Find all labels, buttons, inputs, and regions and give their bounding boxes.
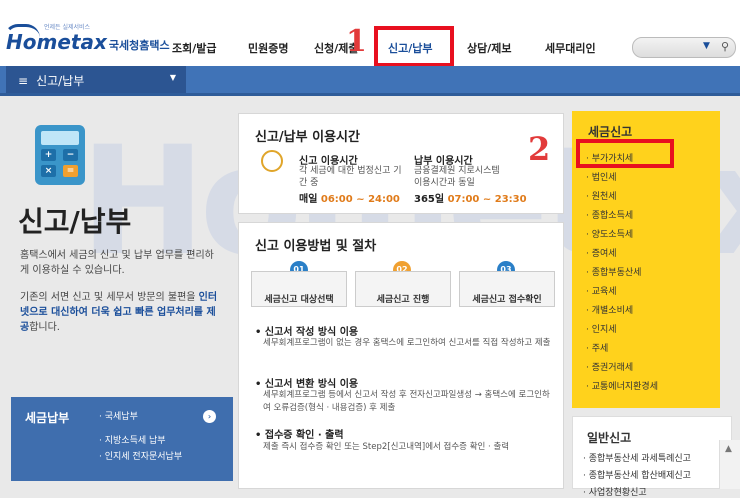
annotation-number-2: 2 bbox=[528, 130, 551, 168]
nav-item-consult[interactable]: 상담/제보 bbox=[467, 40, 512, 56]
logo-tagline: 언제든 실제서비스 bbox=[44, 24, 91, 31]
pay-hours-desc1: 금융결제원 지로시스템 bbox=[414, 166, 500, 176]
intro-description: 홈택스에서 세금의 신고 및 납부 업무를 편리하게 이용하실 수 있습니다. bbox=[20, 250, 214, 276]
pay-hours-desc2: 이용시간과 동일 bbox=[414, 178, 475, 188]
scroll-up-icon[interactable]: ▲ bbox=[725, 444, 732, 454]
top-navigation: 언제든 실제서비스 Hometax 국세청홈택스 조회/발급 민원증명 신청/제출… bbox=[0, 0, 740, 67]
house-roof-icon bbox=[4, 24, 40, 38]
general-item-3[interactable]: · 사업장현황신고 bbox=[583, 485, 647, 498]
tax-item-securities[interactable]: · 증권거래세 bbox=[586, 360, 633, 373]
step-select-target[interactable]: 세금신고 대상선택 bbox=[251, 271, 347, 307]
scrollbar[interactable]: ▲ bbox=[719, 440, 740, 489]
calculator-icon: + − × = bbox=[35, 125, 85, 185]
tax-item-liquor[interactable]: · 주세 bbox=[586, 341, 608, 354]
general-report-head: 일반신고 bbox=[587, 431, 632, 445]
hours-card: 신고/납부 이용시간 신고 이용시간 각 세금에 대한 법정신고 기간 중 매일… bbox=[238, 113, 564, 214]
method-item-3-title: • 접수증 확인 · 출력 bbox=[255, 430, 344, 441]
tax-item-property[interactable]: · 종합부동산세 bbox=[586, 265, 641, 278]
tax-item-stamp[interactable]: · 인지세 bbox=[586, 322, 617, 335]
report-hours-time: 매일 06:00 ~ 24:00 bbox=[299, 194, 400, 205]
method-item-1-desc: 세무회계프로그램이 없는 경우 홈택스에 로그인하여 신고서를 직접 작성하고 … bbox=[263, 338, 551, 348]
nav-item-tax-agent[interactable]: 세무대리인 bbox=[545, 40, 596, 56]
pay-item-national[interactable]: · 국세납부 bbox=[99, 409, 138, 422]
logo-korean: 국세청홈택스 bbox=[108, 39, 170, 52]
method-card: 신고 이용방법 및 절차 01 세금신고 대상선택 02 세금신고 진행 03 … bbox=[238, 222, 564, 489]
search-icon[interactable]: ⚲ bbox=[721, 40, 729, 53]
tax-item-gift[interactable]: · 증여세 bbox=[586, 246, 617, 259]
nav-item-inquiry[interactable]: 조회/발급 bbox=[172, 40, 217, 56]
tax-item-corporate[interactable]: · 법인세 bbox=[586, 170, 617, 183]
hometax-logo[interactable]: 언제든 실제서비스 Hometax 국세청홈택스 bbox=[4, 24, 170, 56]
pay-hours-time: 365일 07:00 ~ 23:30 bbox=[414, 194, 527, 205]
method-item-1-title: • 신고서 작성 방식 이용 bbox=[255, 327, 359, 338]
annotation-number-1: 1 bbox=[346, 24, 367, 59]
report-hours-desc: 각 세금에 대한 법정신고 기간 중 bbox=[299, 166, 402, 188]
tax-item-transport[interactable]: · 교통에너지환경세 bbox=[586, 379, 658, 392]
search-input[interactable]: ▼ ⚲ bbox=[632, 37, 736, 58]
step-confirm[interactable]: 세금신고 접수확인 bbox=[459, 271, 555, 307]
tax-item-withholding[interactable]: · 원천세 bbox=[586, 189, 617, 202]
highlight-box-nav bbox=[374, 26, 454, 67]
tax-item-income[interactable]: · 종합소득세 bbox=[586, 208, 633, 221]
method-item-3-desc: 제출 즉시 접수증 확인 또는 Step2[신고내역]에서 접수증 확인 · 출… bbox=[263, 442, 510, 452]
chevron-down-icon: ▼ bbox=[169, 73, 176, 82]
intro-description-2: 기존의 서면 신고 및 세무서 방문의 불편을 인터넷으로 대신하여 더욱 쉽고… bbox=[20, 292, 218, 333]
tax-payment-title: 세금납부 bbox=[25, 411, 70, 425]
method-item-2-title: • 신고서 변환 방식 이용 bbox=[255, 379, 359, 390]
step-proceed[interactable]: 세금신고 진행 bbox=[355, 271, 451, 307]
hours-title: 신고/납부 이용시간 bbox=[255, 130, 360, 145]
tax-item-consumption[interactable]: · 개별소비세 bbox=[586, 303, 633, 316]
breadcrumb-menu[interactable]: ≡ 신고/납부 ▼ bbox=[6, 66, 186, 93]
tax-item-transfer[interactable]: · 양도소득세 bbox=[586, 227, 633, 240]
nav-item-certificate[interactable]: 민원증명 bbox=[248, 40, 288, 56]
menu-icon: ≡ bbox=[18, 74, 29, 88]
pay-more-icon[interactable]: › bbox=[203, 410, 216, 423]
search-dropdown-icon[interactable]: ▼ bbox=[703, 41, 710, 51]
tax-payment-panel: 세금납부 · 국세납부 · 지방소득세 납부 · 인지세 전자문서납부 › bbox=[11, 397, 233, 481]
tax-report-head: 세금신고 bbox=[588, 125, 633, 139]
tax-item-education[interactable]: · 교육세 bbox=[586, 284, 617, 297]
method-title: 신고 이용방법 및 절차 bbox=[255, 239, 377, 254]
sub-navigation-bar: ≡ 신고/납부 ▼ bbox=[0, 66, 740, 96]
clock-icon bbox=[261, 150, 283, 172]
pay-item-local[interactable]: · 지방소득세 납부 bbox=[99, 433, 166, 446]
general-report-list: 일반신고 · 종합부동산세 과세특례신고 · 종합부동산세 합산배제신고 · 사… bbox=[572, 416, 732, 498]
general-item-2[interactable]: · 종합부동산세 합산배제신고 bbox=[583, 468, 691, 481]
method-item-2-desc: 세무회계프로그램 등에서 신고서 작성 후 전자신고파일생성 → 홈택스에 로그… bbox=[263, 390, 550, 413]
highlight-box-vat bbox=[576, 139, 674, 168]
general-item-1[interactable]: · 종합부동산세 과세특례신고 bbox=[583, 451, 691, 464]
breadcrumb-label: 신고/납부 bbox=[36, 74, 85, 88]
pay-item-stamp[interactable]: · 인지세 전자문서납부 bbox=[99, 449, 182, 462]
page-title: 신고/납부 bbox=[18, 205, 132, 238]
